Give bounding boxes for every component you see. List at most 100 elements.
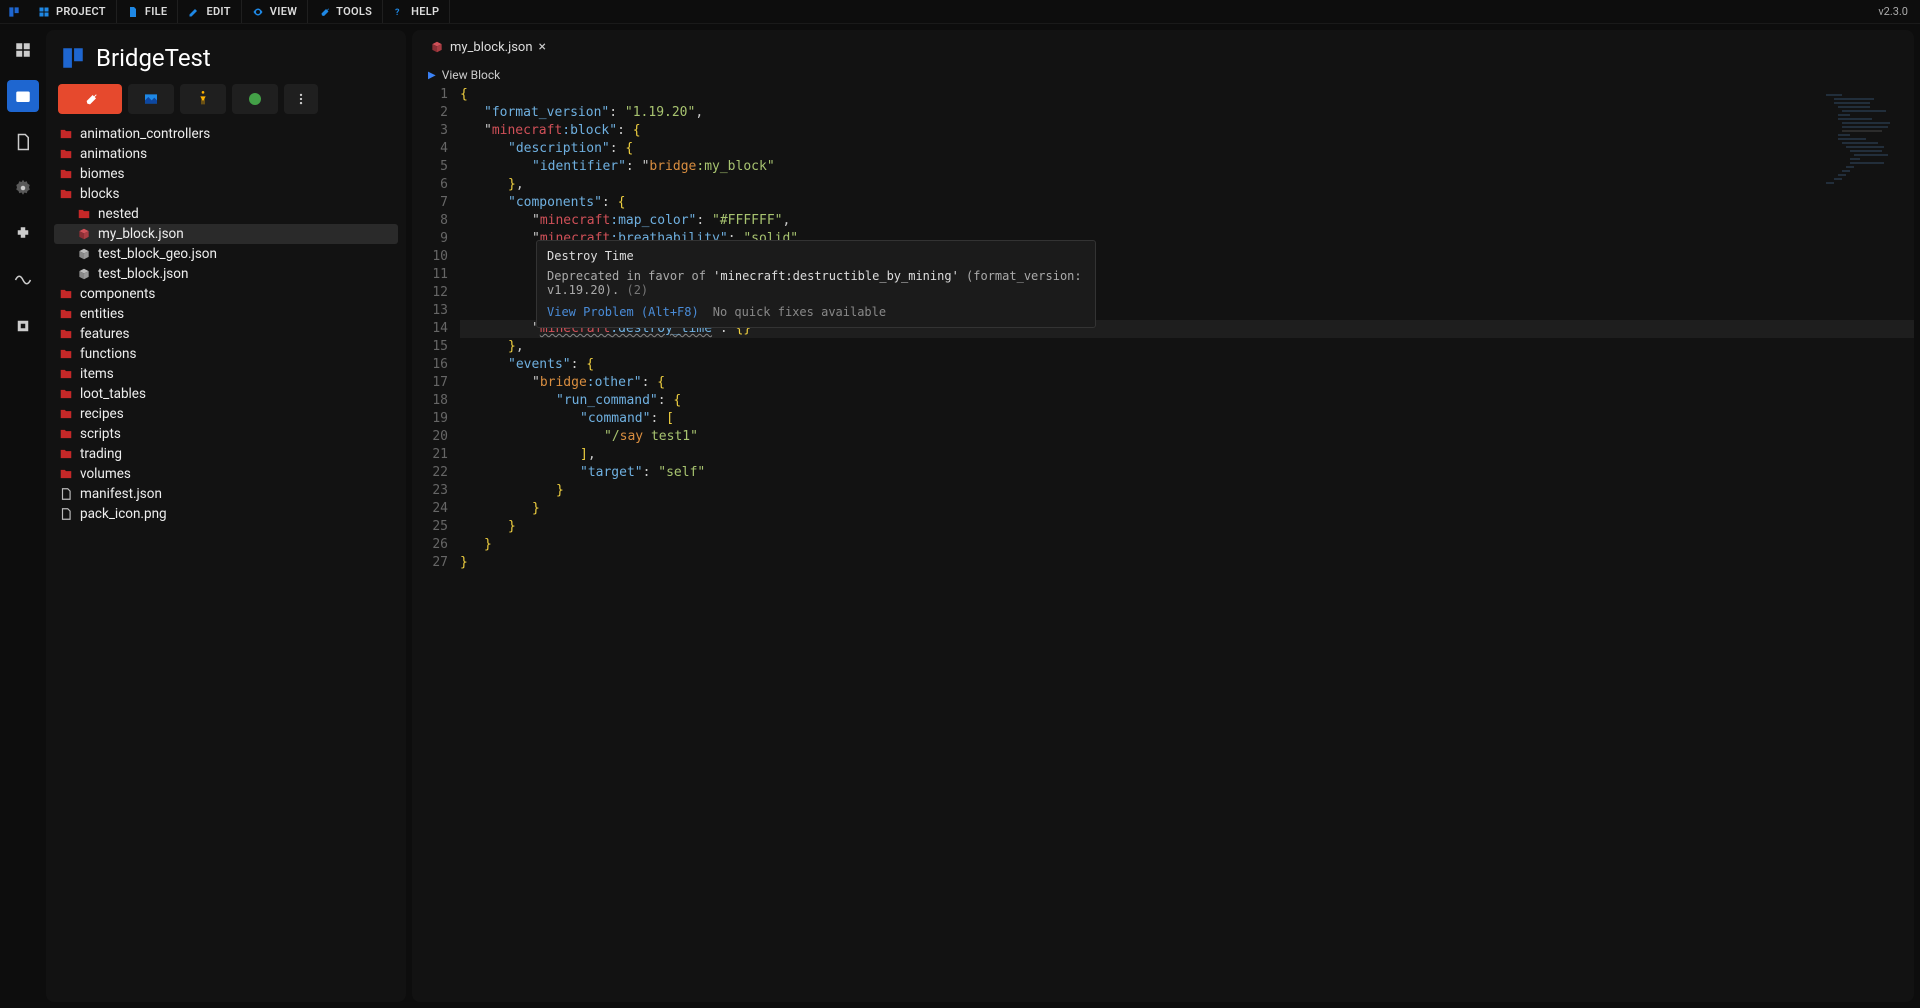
code-line[interactable]: ], [460,446,1914,464]
hover-title: Destroy Time [547,249,1085,263]
menu-file[interactable]: FILE [117,0,179,23]
folder-icon [58,287,74,301]
breadcrumb[interactable]: ▶ View Block [412,64,1914,86]
code-line[interactable]: "identifier": "bridge:my_block" [460,158,1914,176]
tree-item-volumes[interactable]: volumes [54,464,398,484]
view-problem-link[interactable]: View Problem (Alt+F8) [547,305,699,319]
code-line[interactable]: } [460,536,1914,554]
code-editor[interactable]: 1234567891011121314151617181920212223242… [412,86,1914,1002]
menu-tools[interactable]: TOOLS [308,0,383,23]
eye-icon [252,6,264,18]
json-icon [76,227,92,241]
json-icon [76,267,92,281]
tree-item-animations[interactable]: animations [54,144,398,164]
folder-icon [58,307,74,321]
project-title: BridgeTest [96,44,211,72]
tree-item-animation-controllers[interactable]: animation_controllers [54,124,398,144]
code-line[interactable]: "components": { [460,194,1914,212]
code-content[interactable]: {"format_version": "1.19.20","minecraft:… [460,86,1914,1002]
file-icon [58,507,74,521]
accessibility-button[interactable] [180,84,226,114]
rail-settings[interactable] [7,172,39,204]
folder-icon [58,427,74,441]
wave-icon [14,271,32,289]
code-line[interactable]: "/say test1" [460,428,1914,446]
no-fixes-label: No quick fixes available [713,305,886,319]
code-line[interactable]: } [460,518,1914,536]
tree-item-components[interactable]: components [54,284,398,304]
rail-extensions[interactable] [7,218,39,250]
code-line[interactable]: "command": [ [460,410,1914,428]
code-line[interactable]: } [460,482,1914,500]
file-tree: animation_controllersanimationsbiomes blo… [54,124,398,524]
debug-icon [14,317,32,335]
line-number: 19 [412,410,448,428]
breadcrumb-label: View Block [442,68,501,82]
file-icon [14,133,32,151]
rail-grid[interactable] [7,34,39,66]
line-number: 21 [412,446,448,464]
tree-label: blocks [80,186,119,202]
tree-item-biomes[interactable]: biomes [54,164,398,184]
grid-icon [14,41,32,59]
code-line[interactable]: } [460,500,1914,518]
folder-icon [58,167,74,181]
menu-project[interactable]: PROJECT [28,0,117,23]
menu-help[interactable]: ?HELP [383,0,450,23]
tree-label: nested [98,206,139,222]
code-line[interactable]: "description": { [460,140,1914,158]
rail-pack-explorer[interactable] [7,80,39,112]
line-number: 9 [412,230,448,248]
json-block-icon [430,40,444,54]
code-line[interactable]: } [460,554,1914,572]
resource-pack-button[interactable] [128,84,174,114]
tree-item-loot-tables[interactable]: loot_tables [54,384,398,404]
world-button[interactable] [232,84,278,114]
tree-item-pack-icon-png[interactable]: pack_icon.png [54,504,398,524]
line-number: 24 [412,500,448,518]
line-number: 23 [412,482,448,500]
tree-item-entities[interactable]: entities [54,304,398,324]
tab-my-block-json[interactable]: my_block.json × [420,30,556,64]
code-line[interactable]: { [460,86,1914,104]
behavior-pack-button[interactable] [58,84,122,114]
code-line[interactable]: "format_version": "1.19.20", [460,104,1914,122]
menubar: PROJECTFILEEDITVIEWTOOLS?HELP v2.3.0 [0,0,1920,24]
menu-view[interactable]: VIEW [242,0,308,23]
tree-item-test-block-geo-json[interactable]: test_block_geo.json [54,244,398,264]
tree-item-my-block-json[interactable]: my_block.json [54,224,398,244]
tree-item-functions[interactable]: functions [54,344,398,364]
menu-edit[interactable]: EDIT [178,0,241,23]
line-number: 10 [412,248,448,266]
line-number: 27 [412,554,448,572]
code-line[interactable]: "target": "self" [460,464,1914,482]
more-options-button[interactable] [284,84,318,114]
rail-file[interactable] [7,126,39,158]
line-number: 7 [412,194,448,212]
code-line[interactable]: "events": { [460,356,1914,374]
rail-wave[interactable] [7,264,39,296]
rail-debug[interactable] [7,310,39,342]
hover-body: Deprecated in favor of 'minecraft:destru… [547,269,1085,297]
folder-icon [58,147,74,161]
tree-item-scripts[interactable]: scripts [54,424,398,444]
tree-item-items[interactable]: items [54,364,398,384]
tree-item-nested[interactable]: nested [54,204,398,224]
code-line[interactable]: "minecraft:map_color": "#FFFFFF", [460,212,1914,230]
code-line[interactable]: "bridge:other": { [460,374,1914,392]
tab-bar: my_block.json × [412,30,1914,64]
tree-item-recipes[interactable]: recipes [54,404,398,424]
tree-item-test-block-json[interactable]: test_block.json [54,264,398,284]
code-line[interactable]: "minecraft:block": { [460,122,1914,140]
tree-item-trading[interactable]: trading [54,444,398,464]
close-icon[interactable]: × [539,39,546,55]
bridge-logo-icon [60,45,86,71]
code-line[interactable]: }, [460,176,1914,194]
tree-item-manifest-json[interactable]: manifest.json [54,484,398,504]
folder-icon [58,467,74,481]
tree-item-blocks[interactable]: blocks [54,184,398,204]
code-line[interactable]: }, [460,338,1914,356]
tree-item-features[interactable]: features [54,324,398,344]
editor-pane: my_block.json × ▶ View Block 12345678910… [412,30,1914,1002]
code-line[interactable]: "run_command": { [460,392,1914,410]
